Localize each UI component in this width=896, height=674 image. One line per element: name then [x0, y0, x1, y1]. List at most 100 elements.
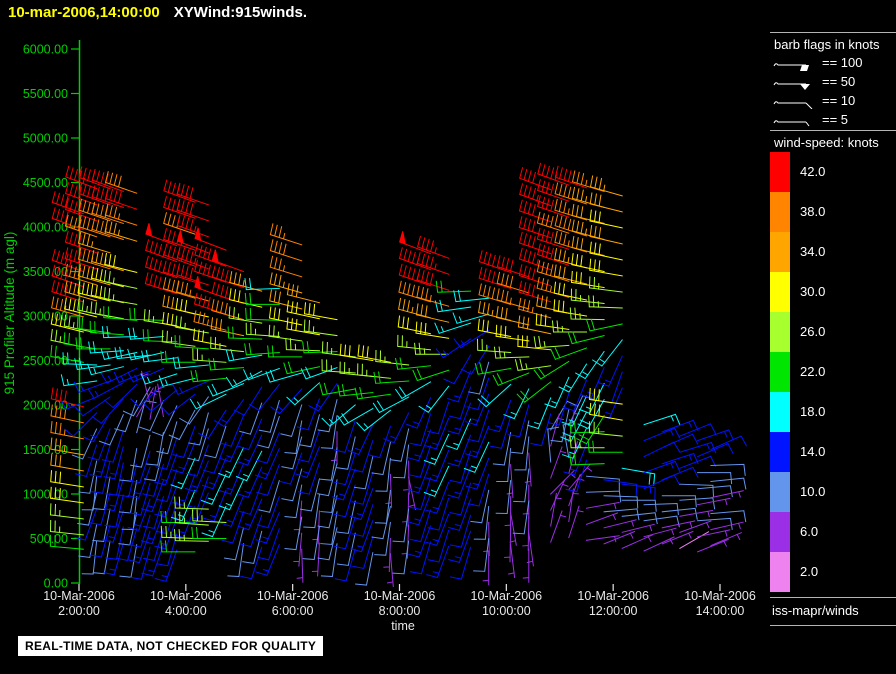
- wind-barb: [587, 503, 620, 509]
- wind-barb: [662, 532, 693, 544]
- wind-barb: [514, 469, 529, 502]
- wind-barb: [589, 296, 623, 308]
- wind-barb: [538, 180, 569, 202]
- wind-barb: [591, 176, 623, 196]
- wind-barb: [698, 486, 733, 497]
- wind-barb: [644, 537, 674, 551]
- wind-barb: [146, 234, 177, 246]
- wind-barb: [569, 332, 605, 344]
- wind-barb: [300, 415, 319, 447]
- legend-row-10: == 10: [772, 92, 855, 109]
- wind-barb: [435, 323, 471, 333]
- wind-barb: [228, 327, 262, 339]
- wind-barb: [104, 288, 137, 305]
- wind-barb: [520, 168, 551, 190]
- wind-barb: [622, 524, 654, 532]
- colorbar-swatch-14.0: [770, 432, 790, 472]
- wind-barb: [287, 383, 320, 405]
- wind-barb: [384, 413, 409, 443]
- wind-barb: [451, 515, 471, 547]
- wind-barb: [428, 531, 448, 563]
- wind-barb: [76, 338, 110, 349]
- wind-barb: [64, 333, 97, 349]
- wind-barb: [157, 534, 177, 566]
- wind-barb: [102, 327, 136, 338]
- wind-barb: [417, 253, 448, 275]
- wind-barb: [588, 441, 622, 452]
- wind-barb: [590, 242, 622, 260]
- wind-barb: [496, 481, 510, 514]
- wind-barb: [285, 517, 302, 550]
- wind-barb: [393, 541, 409, 574]
- wind-barb: [266, 371, 302, 383]
- wind-barb: [411, 542, 431, 574]
- colorbar-label: 22.0: [800, 364, 825, 379]
- wind-barb: [211, 337, 244, 351]
- wind-barb: [644, 442, 679, 456]
- y-tick-label: 4500.00: [23, 176, 68, 190]
- wind-barb: [698, 473, 732, 484]
- wind-barb: [390, 429, 408, 461]
- x-tick-date: 10-Mar-2006: [43, 589, 115, 603]
- wind-barb: [322, 360, 355, 373]
- x-tick-time: 14:00:00: [696, 604, 745, 618]
- wind-barb: [534, 337, 569, 348]
- legend-label-100: == 100: [822, 55, 863, 70]
- colorbar-label: 14.0: [800, 444, 825, 459]
- barb-flag-50-icon: [772, 74, 816, 90]
- wind-barb: [180, 397, 209, 424]
- colorbar-swatch-42.0: [770, 152, 790, 192]
- wind-barb-plot-canvas[interactable]: 0.00500.001000.001500.002000.002500.0030…: [0, 0, 896, 674]
- wind-barb: [451, 547, 471, 579]
- wind-barb: [698, 540, 729, 552]
- wind-barb: [413, 369, 449, 381]
- legend-separator-top: [770, 32, 896, 33]
- wind-barb: [517, 382, 551, 402]
- wind-barb: [396, 358, 431, 369]
- wind-barb: [523, 549, 529, 582]
- colorbar-swatch-6.0: [770, 512, 790, 552]
- wind-barb: [164, 244, 195, 266]
- footer-separator-top: [770, 597, 896, 598]
- wind-barb: [93, 509, 110, 541]
- wind-barb: [471, 490, 489, 522]
- wind-barb: [450, 451, 470, 483]
- wind-barb: [51, 422, 83, 439]
- colorbar-swatch-26.0: [770, 312, 790, 352]
- wind-barb: [622, 535, 652, 548]
- wind-barb: [213, 260, 244, 271]
- wind-barb: [548, 427, 559, 462]
- wind-barb: [569, 464, 592, 489]
- wind-barb: [287, 284, 319, 303]
- wind-barb: [357, 410, 391, 430]
- wind-barb: [450, 387, 471, 418]
- wind-barb: [131, 435, 150, 467]
- wind-barb: [175, 530, 209, 542]
- wind-barb: [513, 501, 529, 534]
- colorbar-swatch-34.0: [770, 232, 790, 272]
- wind-barb: [352, 441, 373, 472]
- wind-barb: [711, 491, 743, 498]
- wind-barb: [141, 374, 177, 384]
- wind-barb: [176, 299, 208, 317]
- wind-barb: [483, 552, 489, 585]
- wind-barb: [534, 361, 569, 379]
- wind-barb: [644, 461, 680, 472]
- y-tick-label: 500.00: [30, 532, 68, 546]
- wind-barb: [410, 510, 431, 542]
- colorbar-title: wind-speed: knots: [774, 135, 879, 150]
- wind-barb: [604, 509, 639, 520]
- wind-barb: [195, 238, 226, 250]
- x-tick-date: 10-Mar-2006: [257, 589, 329, 603]
- wind-barb: [711, 436, 746, 449]
- wind-barb: [711, 522, 743, 529]
- wind-barb: [282, 469, 302, 501]
- legend-separator-mid: [770, 130, 896, 131]
- wind-barb: [559, 364, 586, 392]
- wind-barb: [644, 528, 676, 537]
- wind-barb: [144, 529, 164, 561]
- x-tick-date: 10-Mar-2006: [471, 589, 543, 603]
- wind-barb: [435, 300, 470, 311]
- wind-barb: [209, 359, 244, 370]
- wind-barb: [281, 405, 302, 436]
